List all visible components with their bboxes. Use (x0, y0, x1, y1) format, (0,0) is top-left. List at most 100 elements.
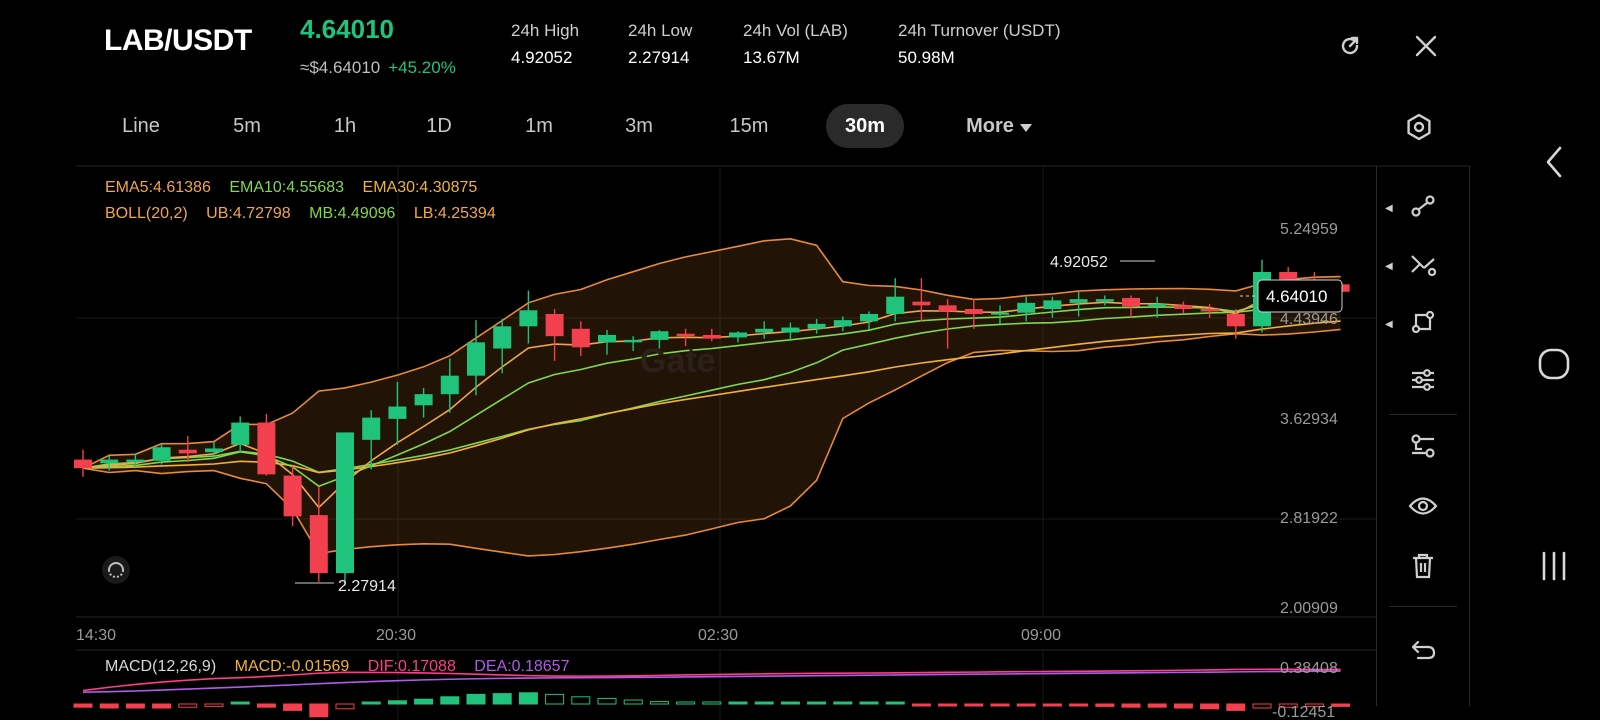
undo-icon (1410, 639, 1436, 666)
bollinger-bands (82, 237, 1341, 557)
dea-value: DEA:0.18657 (474, 658, 570, 675)
macd-bar (99, 703, 119, 709)
macd-bar (1200, 703, 1220, 710)
candle-body (964, 309, 983, 314)
candle-body (1122, 297, 1140, 307)
macd-bar (780, 701, 800, 705)
candle-body (598, 334, 616, 343)
macd-bar (204, 703, 224, 707)
candle-body (1148, 304, 1167, 307)
x-label-1: 14:30 (76, 627, 116, 644)
ema-legend: EMA5:4.61386 EMA10:4.55683 EMA30:4.30875 (105, 179, 477, 197)
boll-mb-label: MB:4.49096 (309, 205, 396, 222)
macd-bar (702, 701, 722, 705)
draw-reset-icon[interactable] (102, 556, 130, 584)
candle-body (1095, 299, 1114, 302)
high-marker-label: 4.92052 (1050, 254, 1108, 271)
macd-bar (230, 701, 250, 705)
macd-title: MACD(12,26,9) (105, 658, 217, 675)
macd-bar (597, 697, 617, 705)
boll-ub-label: UB:4.72798 (206, 205, 291, 222)
candle-body (152, 447, 171, 461)
candle-body (414, 394, 433, 406)
candle-body (781, 327, 800, 333)
macd-bar (309, 703, 329, 718)
boll-fill (83, 238, 1341, 556)
boll-label: BOLL(20,2) (105, 205, 188, 222)
candle-body (991, 312, 1009, 315)
y-label-2: 4.43946 (1280, 311, 1338, 328)
candle-body (571, 328, 590, 348)
candle-body (309, 515, 328, 574)
home-icon[interactable] (1534, 344, 1574, 384)
macd-bar (911, 703, 931, 707)
back-icon[interactable] (1534, 142, 1574, 182)
crosshair-lines-icon (1410, 251, 1437, 282)
candle-body (1043, 300, 1062, 310)
indicator-tool[interactable] (1377, 420, 1469, 476)
trash-icon (1411, 553, 1435, 584)
macd-bar (492, 693, 512, 705)
macd-bar (1069, 703, 1089, 707)
boll-lb-label: LB:4.25394 (413, 205, 496, 222)
macd-bar (649, 701, 669, 705)
delete-tool[interactable] (1377, 540, 1469, 596)
macd-bar (1095, 703, 1115, 707)
candle-body (336, 432, 354, 574)
expand-left-icon: ◀ (1385, 260, 1393, 272)
expand-left-icon: ◀ (1385, 202, 1393, 214)
low-marker-label: 2.27914 (338, 578, 396, 595)
macd-bar (518, 692, 538, 705)
macd-bar (938, 703, 958, 707)
shape-tool[interactable]: ◀ (1377, 296, 1469, 352)
toolbar-divider (1389, 414, 1457, 415)
visibility-tool[interactable] (1377, 480, 1469, 536)
macd-bar (807, 701, 827, 705)
macd-y-label-1: 0.38408 (1280, 660, 1338, 677)
candle-body (362, 417, 381, 440)
candle-body (126, 459, 145, 463)
x-label-4: 09:00 (1021, 627, 1061, 644)
adjust-tool[interactable] (1377, 354, 1469, 410)
macd-bar (754, 701, 774, 705)
macd-bar (152, 703, 172, 709)
cross-lines-tool[interactable]: ◀ (1377, 238, 1469, 294)
x-label-3: 02:30 (698, 627, 738, 644)
candle-body (938, 305, 957, 312)
candle-body (493, 326, 512, 349)
macd-bar (885, 701, 905, 705)
candle-body (519, 310, 538, 327)
macd-bar (676, 701, 696, 705)
recents-icon[interactable] (1534, 546, 1574, 586)
price-chart[interactable]: Gate 5.24959 4.43946 3.62934 2.81922 2.0… (0, 0, 1600, 720)
candle-body (755, 328, 774, 333)
trendline-tool[interactable]: ◀ (1377, 180, 1469, 236)
candle-body (1200, 309, 1219, 312)
candle-body (702, 334, 721, 339)
macd-bar (440, 696, 460, 705)
undo-tool[interactable] (1377, 624, 1469, 680)
candle-body (1017, 302, 1036, 313)
candle-body (1069, 299, 1088, 303)
candle-body (178, 449, 197, 454)
candle-body (912, 301, 931, 306)
macd-bar (833, 701, 853, 705)
candle-body (650, 331, 669, 340)
macd-bar (256, 703, 276, 708)
macd-bar (73, 703, 93, 708)
dif-value: DIF:0.17088 (367, 658, 456, 675)
candle-body (1279, 272, 1298, 280)
macd-bar (1252, 703, 1272, 709)
macd-bar (1042, 703, 1062, 707)
candle-body (100, 459, 119, 464)
macd-bar (125, 703, 145, 709)
eye-icon (1408, 495, 1438, 522)
macd-bar (414, 698, 434, 705)
candle-body (1174, 305, 1193, 310)
macd-bar (1121, 703, 1141, 708)
y-label-4: 2.81922 (1280, 510, 1338, 527)
candle-body (205, 448, 223, 453)
macd-legend: MACD(12,26,9) MACD:-0.01569 DIF:0.17088 … (105, 658, 569, 676)
macd-y-label-2: -0.12451 (1272, 704, 1335, 720)
candle-body (729, 332, 747, 338)
